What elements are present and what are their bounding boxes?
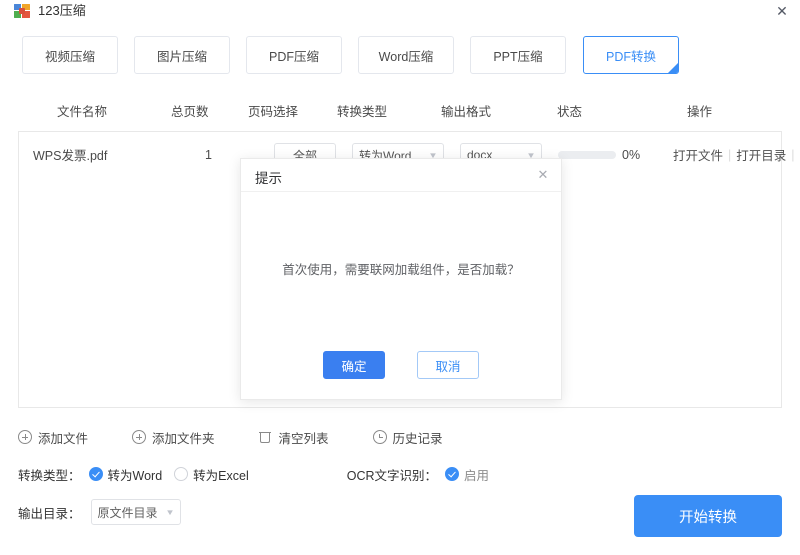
tab-pdf-compress[interactable]: PDF压缩 [246,36,342,74]
column-header-status: 状态 [557,105,583,119]
tab-word-compress[interactable]: Word压缩 [358,36,454,74]
history-label: 历史记录 [392,431,443,446]
tab-pdf-convert[interactable]: PDF转换 [583,36,679,74]
tab-label: 视频压缩 [44,49,95,64]
radio-to-word[interactable]: 转为Word [88,465,163,484]
chevron-down-icon: ▼ [164,507,175,517]
row-file-name: WPS发票.pdf [33,149,108,163]
tab-video-compress[interactable]: 视频压缩 [22,36,118,74]
ocr-label: OCR文字识别： [346,468,438,483]
column-header-pagerange: 页码选择 [248,105,299,119]
trash-icon [258,430,273,444]
column-header-outputformat: 输出格式 [441,105,492,119]
dialog-close-icon[interactable]: ✕ [535,166,551,182]
column-header-totalpages: 总页数 [171,105,209,119]
plus-circle-icon [18,430,32,444]
output-directory-select[interactable]: 原文件目录 ▼ [90,499,181,525]
plus-circle-icon [132,430,147,444]
dialog-header: 提示 ✕ [241,159,561,192]
row-total-pages: 1 [205,147,212,162]
clear-list-label: 清空列表 [278,431,329,446]
tab-label: Word压缩 [378,49,434,64]
column-header-filename: 文件名称 [57,105,108,119]
add-folder-label: 添加文件夹 [152,431,215,446]
archive-app-icon [14,3,30,19]
output-directory-label: 输出目录： [18,506,81,521]
history-button[interactable]: 历史记录 [372,428,443,447]
open-file-link[interactable]: 打开文件 [673,145,723,164]
checkbox-ocr-enable[interactable]: 启用 [445,465,489,484]
tab-label: PPT压缩 [493,49,543,64]
output-directory-value: 原文件目录 [97,505,158,520]
output-directory-row: 输出目录： 原文件目录 ▼ [18,499,181,525]
dialog-actions: 确定 取消 [241,351,561,379]
progress-track [558,151,616,159]
dialog-message: 首次使用，需要联网加载组件，是否加载？ [282,263,520,277]
list-toolbar: 添加文件 添加文件夹 清空列表 历史记录 [18,426,487,448]
action-separator: | [791,147,795,162]
close-icon[interactable]: ✕ [772,2,792,20]
tab-label: PDF转换 [605,49,656,64]
dialog-cancel-button[interactable]: 取消 [417,351,479,379]
tab-image-compress[interactable]: 图片压缩 [134,36,230,74]
radio-checked-icon [88,467,103,481]
tab-ppt-compress[interactable]: PPT压缩 [470,36,566,74]
active-tab-corner-icon [668,63,678,73]
tab-label: 图片压缩 [156,49,207,64]
column-header-converttype: 转换类型 [337,105,388,119]
prompt-dialog: 提示 ✕ 首次使用，需要联网加载组件，是否加载？ 确定 取消 [240,158,562,400]
row-actions: 打开文件 | 打开目录 | 删除 [673,132,800,177]
clear-list-button[interactable]: 清空列表 [258,428,329,447]
action-separator: | [728,147,732,162]
open-folder-link[interactable]: 打开目录 [736,145,786,164]
clock-icon [372,430,387,444]
ocr-enable-label: 启用 [464,468,490,483]
radio-to-word-label: 转为Word [107,468,163,483]
table-column-headers: 文件名称 总页数 页码选择 转换类型 输出格式 状态 操作 [0,101,800,123]
radio-unchecked-icon [174,467,189,481]
add-file-label: 添加文件 [38,431,89,446]
window-titlebar: 123压缩 ✕ [0,0,800,22]
convert-type-label: 转换类型： [18,468,81,483]
radio-to-excel-label: 转为Excel [193,468,249,483]
dialog-title: 提示 [255,171,282,186]
column-header-operations: 操作 [687,105,713,119]
module-tabs: 视频压缩 图片压缩 PDF压缩 Word压缩 PPT压缩 PDF转换 [0,36,800,76]
start-convert-button[interactable]: 开始转换 [634,495,782,537]
window-title: 123压缩 [38,3,86,18]
progress-percent-label: 0% [622,147,641,162]
add-folder-button[interactable]: 添加文件夹 [132,428,215,447]
tab-label: PDF压缩 [268,49,319,64]
add-file-button[interactable]: 添加文件 [18,428,88,447]
radio-to-excel[interactable]: 转为Excel [174,465,249,484]
checkbox-checked-icon [445,467,460,481]
dialog-confirm-button[interactable]: 确定 [323,351,385,379]
conversion-options: 转换类型： 转为Word 转为Excel OCR文字识别： 启用 [18,464,501,484]
